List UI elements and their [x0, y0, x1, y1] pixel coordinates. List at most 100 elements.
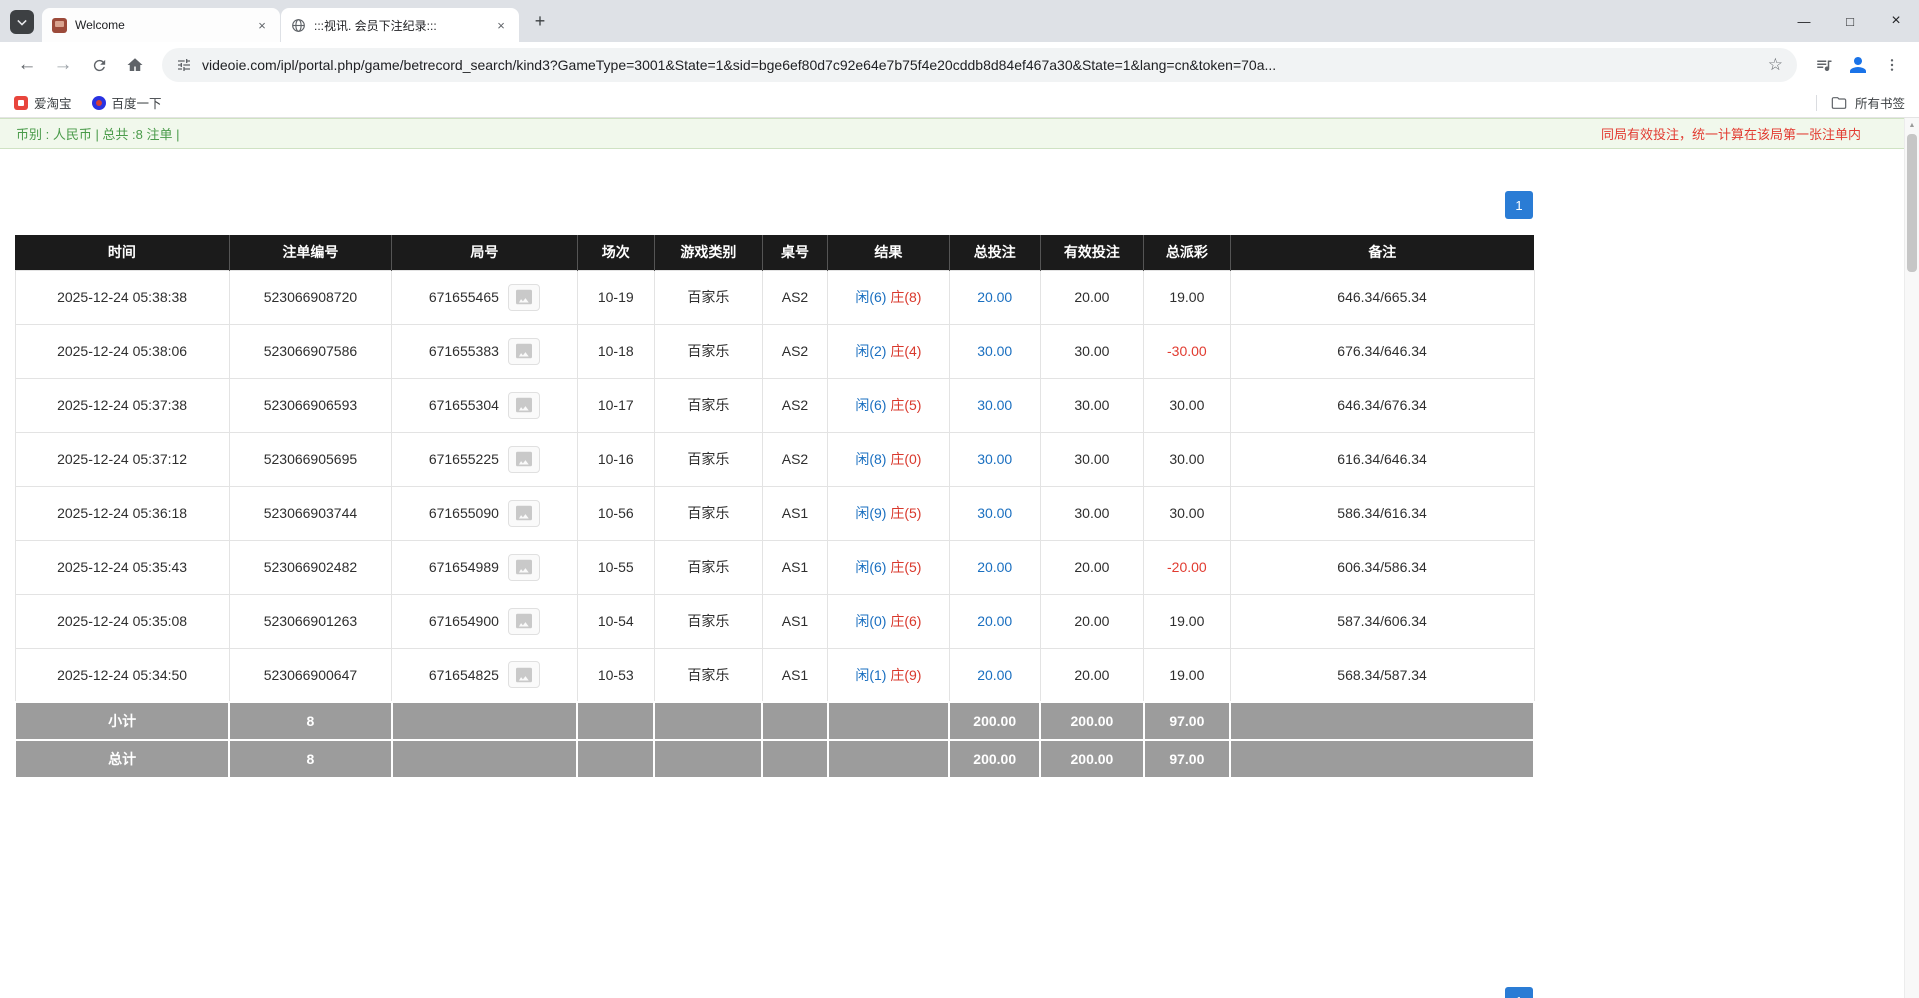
column-header: 游戏类别 [654, 235, 762, 270]
column-header: 备注 [1230, 235, 1534, 270]
home-button[interactable] [118, 48, 152, 82]
tab-welcome[interactable]: Welcome × [42, 8, 280, 42]
subtotal-row: 小计8200.00200.0097.00 [15, 702, 1534, 740]
result-banker: 庄(5) [890, 505, 921, 521]
video-replay-button[interactable] [508, 500, 540, 527]
result-player: 闲(8) [855, 451, 886, 467]
cell-payout: 30.00 [1144, 486, 1231, 540]
bookmark-baidu[interactable]: 百度一下 [92, 93, 162, 112]
cell-bet-id: 523066906593 [229, 378, 392, 432]
round-number: 671655383 [429, 343, 499, 359]
subtotal-count: 8 [229, 702, 392, 740]
cell-round: 671655225 [392, 432, 577, 486]
cell-total-bet[interactable]: 30.00 [949, 378, 1040, 432]
video-replay-button[interactable] [508, 446, 540, 473]
video-replay-button[interactable] [508, 284, 540, 311]
page-1-button-bottom[interactable]: 1 [1505, 987, 1533, 998]
maximize-button[interactable]: □ [1827, 0, 1873, 42]
column-header: 局号 [392, 235, 577, 270]
tab-close-icon[interactable]: × [493, 17, 509, 33]
cell-session: 10-54 [577, 594, 654, 648]
tab-close-icon[interactable]: × [254, 17, 270, 33]
back-button[interactable]: ← [10, 48, 44, 82]
new-tab-button[interactable]: + [526, 7, 554, 35]
summary-info-bar: 币别 : 人民币 | 总共 :8 注单 | 同局有效投注，统一计算在该局第一张注… [0, 118, 1919, 149]
empty [392, 740, 577, 778]
result-player: 闲(2) [855, 343, 886, 359]
divider [1816, 95, 1817, 111]
browser-menu-icon[interactable] [1875, 48, 1909, 82]
result-banker: 庄(8) [890, 289, 921, 305]
minimize-button[interactable]: — [1781, 0, 1827, 42]
all-bookmarks-button[interactable]: 所有书签 [1816, 93, 1905, 112]
empty [1230, 702, 1534, 740]
empty [577, 740, 654, 778]
result-banker: 庄(5) [890, 397, 921, 413]
empty [828, 702, 950, 740]
all-bookmarks-label: 所有书签 [1855, 93, 1905, 112]
column-header: 注单编号 [229, 235, 392, 270]
cell-note: 676.34/646.34 [1230, 324, 1534, 378]
cell-result: 闲(6) 庄(5) [828, 540, 950, 594]
forward-button[interactable]: → [46, 48, 80, 82]
video-replay-button[interactable] [508, 661, 540, 688]
video-replay-button[interactable] [508, 338, 540, 365]
cell-table-number: AS2 [762, 432, 827, 486]
tab-bet-records[interactable]: :::视讯. 会员下注纪录::: × [281, 8, 519, 42]
result-banker: 庄(5) [890, 559, 921, 575]
page-1-button[interactable]: 1 [1505, 191, 1533, 219]
site-info-icon[interactable] [176, 57, 192, 73]
cell-total-bet[interactable]: 30.00 [949, 432, 1040, 486]
cell-total-bet[interactable]: 30.00 [949, 324, 1040, 378]
cell-time: 2025-12-24 05:34:50 [15, 648, 229, 702]
grand-total-total-bet: 200.00 [949, 740, 1040, 778]
tab-search-button[interactable] [10, 10, 34, 34]
cell-result: 闲(9) 庄(5) [828, 486, 950, 540]
video-replay-button[interactable] [508, 392, 540, 419]
cell-total-bet[interactable]: 30.00 [949, 486, 1040, 540]
cell-total-bet[interactable]: 20.00 [949, 594, 1040, 648]
vertical-scrollbar[interactable]: ▲ [1904, 118, 1919, 998]
reload-button[interactable] [82, 48, 116, 82]
scroll-up-icon[interactable]: ▲ [1905, 118, 1919, 132]
close-button[interactable]: × [1873, 0, 1919, 42]
round-number: 671654900 [429, 613, 499, 629]
cell-bet-id: 523066908720 [229, 270, 392, 324]
subtotal-valid-bet: 200.00 [1040, 702, 1143, 740]
cell-total-bet[interactable]: 20.00 [949, 540, 1040, 594]
cell-time: 2025-12-24 05:38:38 [15, 270, 229, 324]
video-replay-button[interactable] [508, 554, 540, 581]
scrollbar-thumb[interactable] [1907, 134, 1917, 272]
cell-table-number: AS2 [762, 378, 827, 432]
cell-round: 671655090 [392, 486, 577, 540]
round-number: 671655090 [429, 505, 499, 521]
media-controls-icon[interactable] [1807, 48, 1841, 82]
bookmarks-bar: 爱淘宝 百度一下 所有书签 [0, 88, 1919, 118]
result-banker: 庄(9) [890, 667, 921, 683]
cell-total-bet[interactable]: 20.00 [949, 648, 1040, 702]
bookmark-aitaobao[interactable]: 爱淘宝 [14, 93, 72, 112]
profile-avatar[interactable] [1843, 50, 1873, 80]
cell-table-number: AS1 [762, 594, 827, 648]
address-bar[interactable]: videoie.com/ipl/portal.php/game/betrecor… [162, 48, 1797, 82]
bookmark-star-icon[interactable]: ☆ [1768, 55, 1783, 75]
bookmark-label: 爱淘宝 [34, 93, 72, 112]
cell-bet-id: 523066903744 [229, 486, 392, 540]
cell-note: 568.34/587.34 [1230, 648, 1534, 702]
cell-table-number: AS2 [762, 324, 827, 378]
cell-total-bet[interactable]: 20.00 [949, 270, 1040, 324]
cell-bet-id: 523066900647 [229, 648, 392, 702]
cell-time: 2025-12-24 05:37:12 [15, 432, 229, 486]
result-player: 闲(9) [855, 505, 886, 521]
grand-total-valid-bet: 200.00 [1040, 740, 1143, 778]
video-replay-button[interactable] [508, 608, 540, 635]
cell-game-type: 百家乐 [654, 648, 762, 702]
grand-total-label: 总计 [15, 740, 229, 778]
subtotal-label: 小计 [15, 702, 229, 740]
column-header: 场次 [577, 235, 654, 270]
result-player: 闲(1) [855, 667, 886, 683]
grand-total-row: 总计8200.00200.0097.00 [15, 740, 1534, 778]
chevron-down-icon [17, 13, 27, 31]
empty [577, 702, 654, 740]
cell-payout: 19.00 [1144, 594, 1231, 648]
